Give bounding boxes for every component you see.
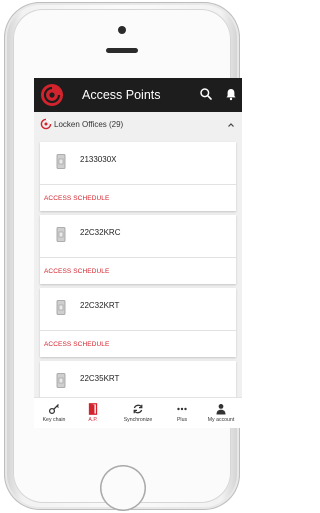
nav-access-points[interactable]: A.P. <box>74 398 112 428</box>
chevron-up-icon[interactable] <box>226 120 236 130</box>
access-point-card[interactable]: 22C32KRT ACCESS SCHEDULE <box>40 288 236 357</box>
nav-plus[interactable]: Plus <box>164 398 200 428</box>
divider <box>40 330 236 331</box>
nav-my-account[interactable]: My account <box>200 398 242 428</box>
divider <box>40 184 236 185</box>
earpiece-speaker <box>106 48 138 53</box>
access-point-card[interactable]: 2133030X ACCESS SCHEDULE <box>40 142 236 211</box>
page-title: Access Points <box>82 88 161 102</box>
access-schedule-button[interactable]: ACCESS SCHEDULE <box>44 341 109 348</box>
app-bar: Access Points <box>34 78 242 112</box>
access-point-name: 22C32KRT <box>80 301 120 310</box>
bottom-navigation: Key chain A.P. Synchronize Plus My accou… <box>34 397 242 428</box>
front-camera <box>118 26 126 34</box>
nav-key-chain[interactable]: Key chain <box>34 398 74 428</box>
location-group-icon <box>40 118 52 130</box>
nav-label: My account <box>207 417 235 423</box>
sync-icon <box>133 404 143 414</box>
divider <box>40 257 236 258</box>
lock-device-icon <box>56 154 66 169</box>
group-label: Locken Offices (29) <box>54 120 124 129</box>
lock-device-icon <box>56 373 66 388</box>
app-screen: Access Points Locken Offices (29) 213303… <box>34 78 242 428</box>
door-icon <box>88 403 98 415</box>
access-schedule-button[interactable]: ACCESS SCHEDULE <box>44 268 109 275</box>
nav-label: A.P. <box>88 417 98 423</box>
access-point-name: 2133030X <box>80 155 117 164</box>
lock-device-icon <box>56 300 66 315</box>
access-point-card[interactable]: 22C32KRC ACCESS SCHEDULE <box>40 215 236 284</box>
nav-synchronize[interactable]: Synchronize <box>112 398 164 428</box>
key-icon <box>48 404 59 415</box>
search-icon[interactable] <box>199 87 213 101</box>
access-point-row[interactable]: 22C32KRT <box>40 288 236 330</box>
access-point-row[interactable]: 22C32KRC <box>40 215 236 257</box>
nav-label: Synchronize <box>123 417 153 423</box>
home-button[interactable] <box>100 465 146 511</box>
nav-label: Key chain <box>42 417 66 423</box>
access-point-row[interactable]: 2133030X <box>40 142 236 184</box>
access-point-name: 22C32KRC <box>80 228 121 237</box>
access-point-name: 22C35KRT <box>80 374 120 383</box>
access-schedule-button[interactable]: ACCESS SCHEDULE <box>44 195 109 202</box>
group-header[interactable]: Locken Offices (29) <box>34 112 242 138</box>
more-icon <box>177 407 187 411</box>
person-icon <box>216 404 226 415</box>
bell-icon[interactable] <box>224 87 238 101</box>
lock-device-icon <box>56 227 66 242</box>
nav-label: Plus <box>176 417 188 423</box>
app-logo-icon <box>41 84 63 106</box>
